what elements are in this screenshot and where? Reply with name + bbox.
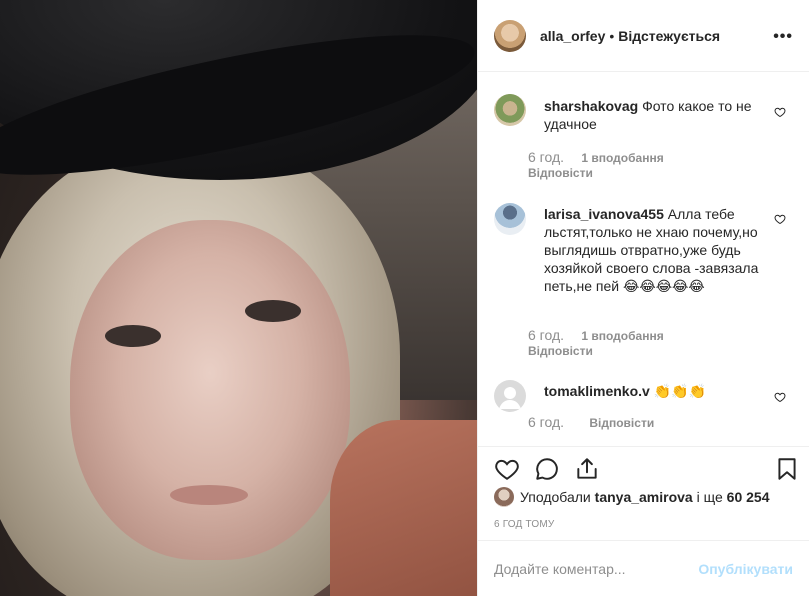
header-separator: • bbox=[609, 27, 615, 44]
comment-time[interactable]: 6 год. bbox=[528, 327, 564, 343]
comment-time[interactable]: 6 год. bbox=[528, 414, 564, 430]
follow-status-button[interactable]: Відстежується bbox=[618, 28, 720, 44]
comment-meta: 6 год. 1 вподобання bbox=[528, 327, 664, 343]
photo-lips bbox=[170, 485, 248, 505]
photo-eye-left bbox=[105, 325, 161, 347]
comment-likes[interactable]: 1 вподобання bbox=[581, 151, 663, 165]
likes-count[interactable]: 60 254 bbox=[727, 489, 770, 505]
heart-icon[interactable] bbox=[774, 106, 786, 118]
reply-button[interactable]: Відповісти bbox=[528, 344, 593, 358]
heart-icon[interactable] bbox=[774, 391, 786, 403]
heart-icon[interactable] bbox=[494, 456, 520, 482]
comment-body: sharshakovag Фото какое то не удачное bbox=[544, 97, 764, 133]
post-side-panel: alla_orfey • Відстежується ••• sharshako… bbox=[477, 0, 809, 596]
comment-likes[interactable]: 1 вподобання bbox=[581, 329, 663, 343]
liker-username[interactable]: tanya_amirova bbox=[595, 489, 693, 505]
comment-input[interactable] bbox=[494, 560, 699, 577]
likes-prefix: Уподобали bbox=[520, 489, 591, 505]
comment-icon[interactable] bbox=[534, 456, 560, 482]
comment-time[interactable]: 6 год. bbox=[528, 149, 564, 165]
bookmark-icon[interactable] bbox=[774, 456, 800, 482]
commenter-avatar[interactable] bbox=[494, 380, 526, 412]
liker-avatar[interactable] bbox=[494, 487, 514, 507]
photo-face bbox=[70, 220, 350, 560]
share-icon[interactable] bbox=[574, 456, 600, 482]
commenter-username[interactable]: tomaklimenko.v bbox=[544, 383, 650, 399]
comment-meta: 6 год. 1 вподобання bbox=[528, 149, 664, 165]
more-icon[interactable]: ••• bbox=[773, 28, 793, 46]
photo-sweater bbox=[330, 420, 477, 596]
commenter-username[interactable]: sharshakovag bbox=[544, 98, 638, 114]
photo-eye-right bbox=[245, 300, 301, 322]
comments-list[interactable]: sharshakovag Фото какое то не удачное 6 … bbox=[478, 73, 809, 446]
author-username[interactable]: alla_orfey bbox=[540, 28, 605, 44]
comment-body: tomaklimenko.v 👏👏👏 bbox=[544, 382, 764, 400]
comment-body: larisa_ivanova455 Алла тебе льстят,тольк… bbox=[544, 205, 764, 295]
comment-text: 👏👏👏 bbox=[653, 383, 707, 399]
commenter-avatar[interactable] bbox=[494, 203, 526, 235]
post-photo[interactable] bbox=[0, 0, 477, 596]
post-header: alla_orfey • Відстежується ••• bbox=[478, 0, 809, 72]
commenter-avatar[interactable] bbox=[494, 94, 526, 126]
reply-button[interactable]: Відповісти bbox=[528, 166, 593, 180]
likes-summary: Уподобали tanya_amirova і ще 60 254 bbox=[494, 486, 769, 508]
commenter-username[interactable]: larisa_ivanova455 bbox=[544, 206, 664, 222]
likes-middle: і ще bbox=[696, 489, 723, 505]
post-actions bbox=[478, 446, 809, 486]
reply-button[interactable]: Відповісти bbox=[589, 416, 654, 430]
author-avatar[interactable] bbox=[494, 19, 526, 52]
heart-icon[interactable] bbox=[774, 213, 786, 225]
default-avatar-icon bbox=[499, 387, 521, 409]
comment-meta: 6 год. Відповісти bbox=[528, 414, 654, 430]
add-comment-bar: Опублікувати bbox=[478, 540, 809, 596]
post-timestamp[interactable]: 6 ГОД ТОМУ bbox=[494, 519, 554, 530]
post-comment-button[interactable]: Опублікувати bbox=[698, 561, 793, 577]
